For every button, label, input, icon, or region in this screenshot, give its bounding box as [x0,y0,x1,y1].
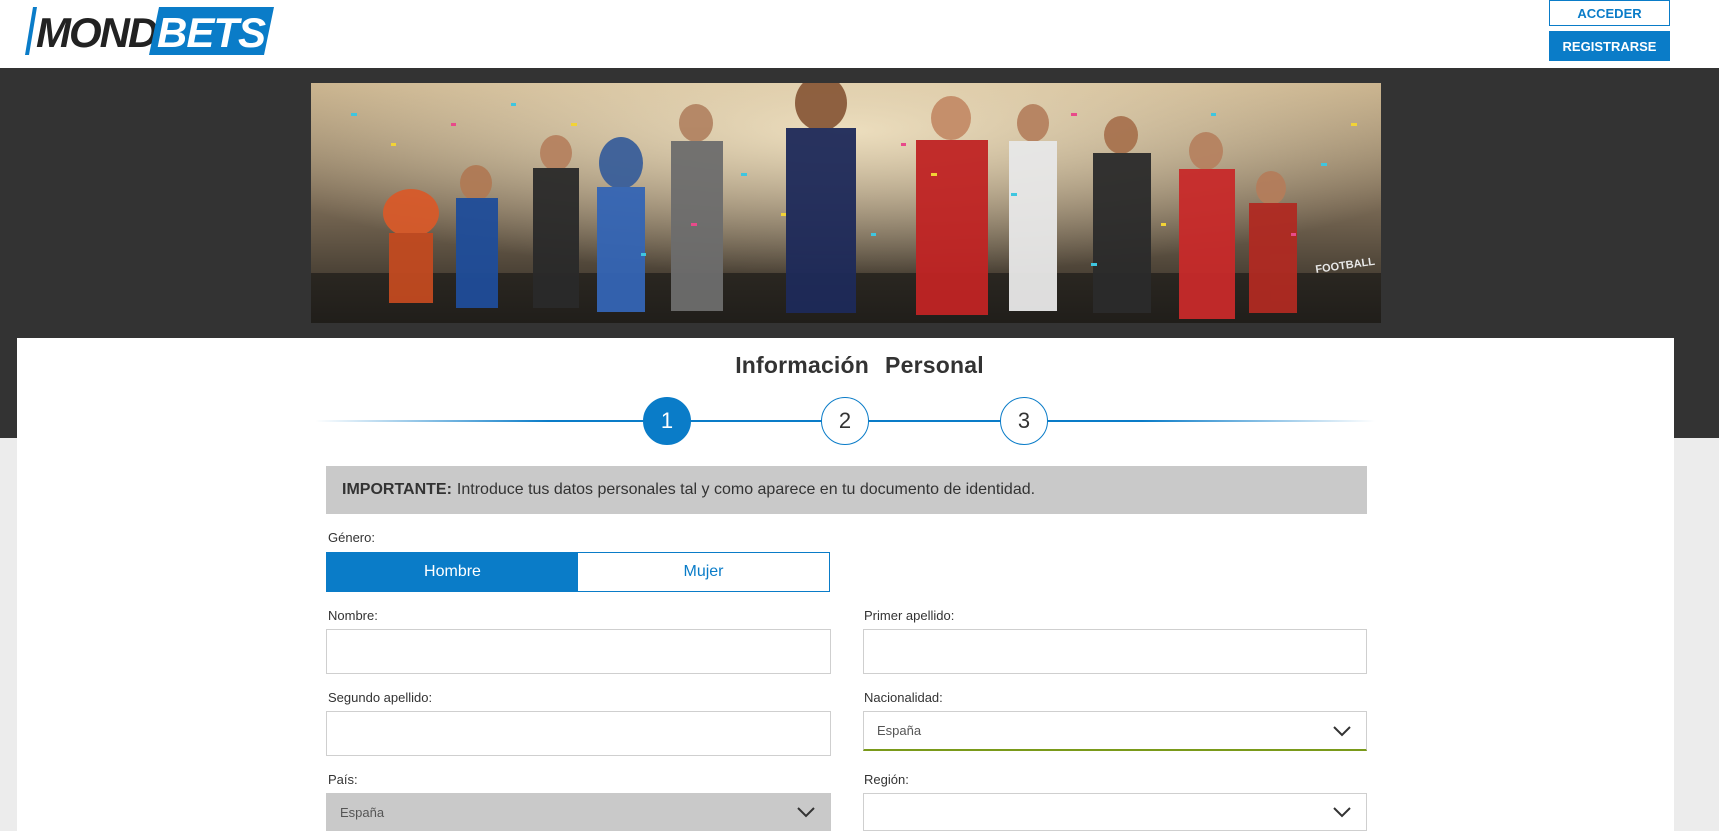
step-3[interactable]: 3 [1000,397,1048,445]
primer-apellido-label: Primer apellido: [864,608,955,623]
gender-option-hombre[interactable]: Hombre [327,553,578,591]
primer-apellido-input[interactable] [863,629,1367,674]
logo-text-bets: BETS [157,9,266,56]
title-word-2: Personal [885,352,984,378]
chevron-down-icon [797,807,815,818]
region-label: Región: [864,772,909,787]
nombre-label: Nombre: [328,608,378,623]
notice-bold: IMPORTANTE: [342,481,452,498]
pais-select[interactable]: España [326,793,831,831]
chevron-down-icon [1333,807,1351,818]
notice-text: Introduce tus datos personales tal y com… [456,481,1036,498]
page-title: Información Personal [0,352,1719,379]
gender-label: Género: [328,530,375,545]
segundo-apellido-input[interactable] [326,711,831,756]
sports-banner-image: FOOTBALL [311,83,1381,323]
region-select[interactable] [863,793,1367,831]
gender-option-mujer[interactable]: Mujer [578,553,829,591]
step-2[interactable]: 2 [821,397,869,445]
gender-toggle: Hombre Mujer [326,552,830,592]
step-1[interactable]: 1 [643,397,691,445]
nacionalidad-value: España [877,723,922,738]
important-notice: IMPORTANTE: Introduce tus datos personale… [326,466,1367,514]
nombre-input[interactable] [326,629,831,674]
site-header: MONDO BETS ACCEDER REGISTRARSE [0,0,1719,68]
nacionalidad-label: Nacionalidad: [864,690,943,705]
nacionalidad-select[interactable]: España [863,711,1367,751]
register-button[interactable]: REGISTRARSE [1549,31,1670,61]
login-button[interactable]: ACCEDER [1549,0,1670,26]
pais-label: País: [328,772,358,787]
mondobets-logo[interactable]: MONDO BETS [24,5,274,57]
pais-value: España [340,804,385,820]
chevron-down-icon [1333,725,1351,736]
segundo-apellido-label: Segundo apellido: [328,690,433,705]
title-word-1: Información [735,352,870,378]
